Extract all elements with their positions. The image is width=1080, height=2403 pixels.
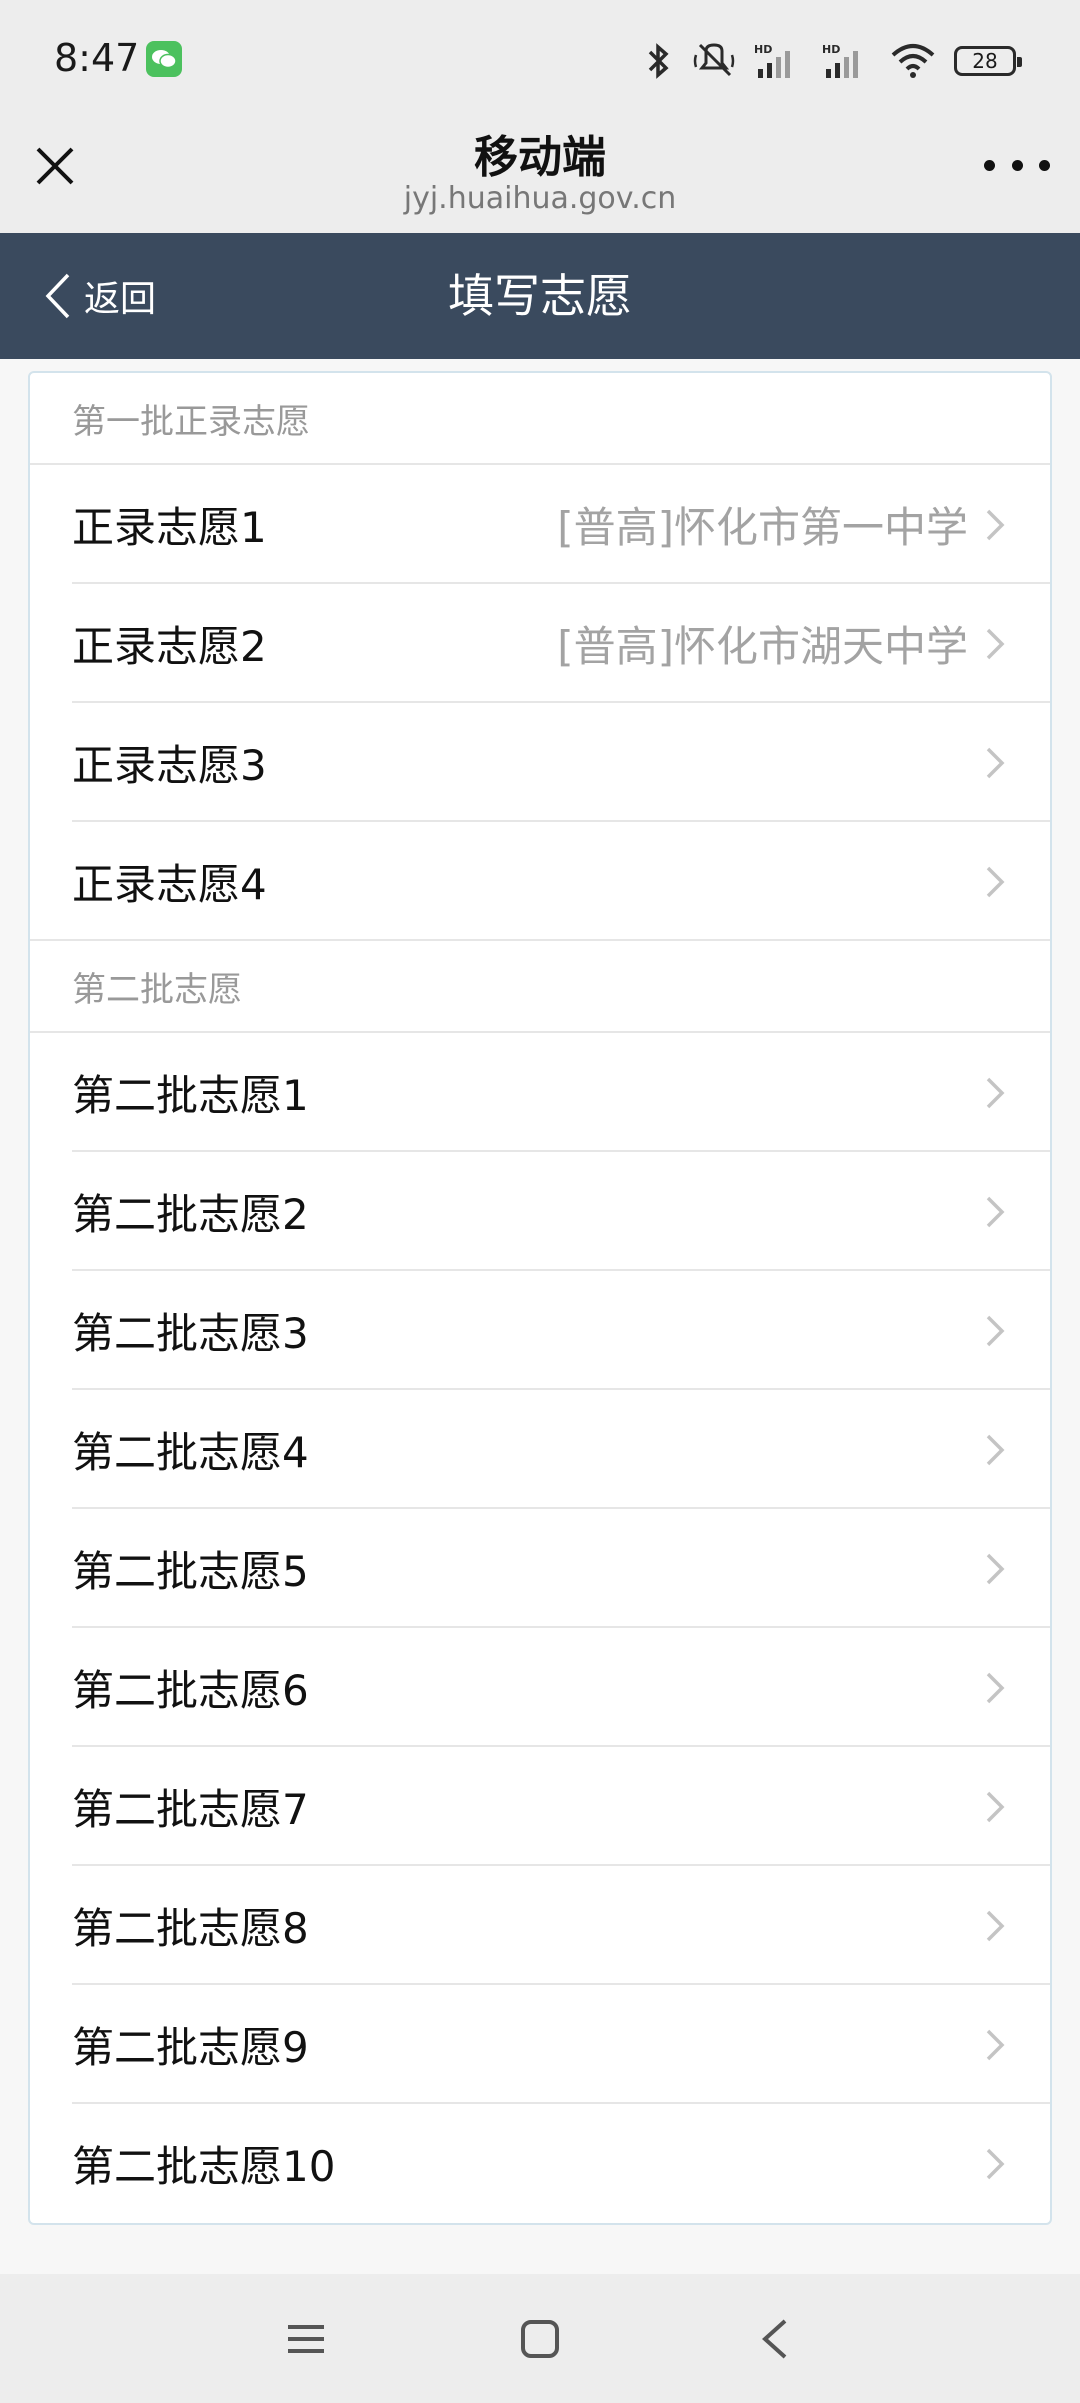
chevron-right-icon xyxy=(986,628,1005,659)
more-options-button[interactable] xyxy=(984,145,1050,185)
wifi-icon xyxy=(891,44,935,78)
item-label: 第二批志愿10 xyxy=(72,2142,336,2191)
item-label: 第二批志愿3 xyxy=(72,1309,309,1358)
chevron-right-icon xyxy=(986,1077,1005,1108)
home-square-icon xyxy=(521,2320,559,2358)
item-label: 正录志愿4 xyxy=(72,860,267,909)
battery-level: 28 xyxy=(972,49,998,73)
item-label: 正录志愿1 xyxy=(72,503,267,552)
chevron-right-icon xyxy=(986,747,1005,778)
chevron-right-icon xyxy=(986,866,1005,897)
item-label: 第二批志愿9 xyxy=(72,2023,309,2072)
list-item[interactable]: 正录志愿2 [普高]怀化市湖天中学 xyxy=(30,584,1050,703)
item-right xyxy=(968,864,1008,900)
list-item[interactable]: 第二批志愿1 xyxy=(30,1033,1050,1152)
mute-icon xyxy=(693,43,735,77)
item-right: [普高]怀化市湖天中学 xyxy=(557,613,1008,674)
list-item[interactable]: 第二批志愿3 xyxy=(30,1271,1050,1390)
chevron-right-icon xyxy=(986,1315,1005,1346)
list-item[interactable]: 第二批志愿2 xyxy=(30,1152,1050,1271)
volunteer-card: 第一批正录志愿 正录志愿1 [普高]怀化市第一中学 正录志愿2 [普高]怀化市湖… xyxy=(28,371,1052,2225)
chevron-right-icon xyxy=(986,1196,1005,1227)
chevron-right-icon xyxy=(986,1791,1005,1822)
item-label: 正录志愿3 xyxy=(72,741,267,790)
list-item[interactable]: 第二批志愿9 xyxy=(30,1985,1050,2104)
list-item[interactable]: 第二批志愿8 xyxy=(30,1866,1050,1985)
page-domain: jyj.huaihua.gov.cn xyxy=(403,181,677,216)
item-label: 第二批志愿5 xyxy=(72,1547,309,1596)
status-icons: HD HD 28 xyxy=(644,36,1022,86)
chevron-right-icon xyxy=(986,509,1005,540)
system-nav-bar xyxy=(0,2274,1080,2403)
list-item[interactable]: 第二批志愿7 xyxy=(30,1747,1050,1866)
item-value: [普高]怀化市湖天中学 xyxy=(557,622,968,671)
system-back-button[interactable] xyxy=(740,2304,810,2374)
chevron-right-icon xyxy=(986,1672,1005,1703)
list-item[interactable]: 正录志愿1 [普高]怀化市第一中学 xyxy=(30,465,1050,584)
item-label: 第二批志愿1 xyxy=(72,1071,309,1120)
chevron-right-icon xyxy=(986,2148,1005,2179)
chevron-right-icon xyxy=(986,1434,1005,1465)
list-item[interactable]: 第二批志愿6 xyxy=(30,1628,1050,1747)
battery-icon: 28 xyxy=(954,46,1022,76)
status-time: 8:47 xyxy=(54,36,140,80)
item-label: 第二批志愿8 xyxy=(72,1904,309,1953)
page-title: 移动端 xyxy=(474,132,606,183)
list-item[interactable]: 第二批志愿5 xyxy=(30,1509,1050,1628)
item-value: [普高]怀化市第一中学 xyxy=(557,503,968,552)
svg-text:HD: HD xyxy=(822,43,840,56)
section-header-first-batch: 第一批正录志愿 xyxy=(30,373,1050,465)
status-bar: 8:47 HD HD 28 xyxy=(0,0,1080,115)
section-header-second-batch: 第二批志愿 xyxy=(30,941,1050,1033)
more-dot xyxy=(1039,159,1050,171)
menu-icon xyxy=(288,2325,324,2353)
item-right: [普高]怀化市第一中学 xyxy=(557,494,1008,555)
item-label: 第二批志愿7 xyxy=(72,1785,309,1834)
list-item[interactable]: 第二批志愿10 xyxy=(30,2104,1050,2223)
chevron-right-icon xyxy=(986,1910,1005,1941)
svg-text:HD: HD xyxy=(754,43,772,56)
signal-hd-icon: HD xyxy=(754,43,790,78)
item-label: 第二批志愿2 xyxy=(72,1190,309,1239)
signal-hd-icon-2: HD xyxy=(822,43,858,78)
chevron-left-icon xyxy=(762,2319,787,2359)
item-label: 第二批志愿4 xyxy=(72,1428,309,1477)
list-item[interactable]: 正录志愿4 xyxy=(30,822,1050,941)
item-right xyxy=(968,745,1008,781)
bluetooth-icon xyxy=(648,43,669,79)
more-dot xyxy=(1011,159,1023,171)
list-item[interactable]: 第二批志愿4 xyxy=(30,1390,1050,1509)
item-label: 正录志愿2 xyxy=(72,622,267,671)
list-item[interactable]: 正录志愿3 xyxy=(30,703,1050,822)
app-header: 返回 填写志愿 xyxy=(0,233,1080,359)
header-title: 填写志愿 xyxy=(448,269,632,323)
item-label: 第二批志愿6 xyxy=(72,1666,309,1715)
content-area: 第一批正录志愿 正录志愿1 [普高]怀化市第一中学 正录志愿2 [普高]怀化市湖… xyxy=(0,359,1080,2274)
more-dot xyxy=(984,159,995,171)
chevron-right-icon xyxy=(986,2029,1005,2060)
recent-apps-button[interactable] xyxy=(271,2304,341,2374)
home-button[interactable] xyxy=(505,2304,575,2374)
chevron-right-icon xyxy=(986,1553,1005,1584)
browser-title-bar: 移动端 jyj.huaihua.gov.cn xyxy=(0,115,1080,233)
wechat-notification-icon xyxy=(146,41,182,77)
